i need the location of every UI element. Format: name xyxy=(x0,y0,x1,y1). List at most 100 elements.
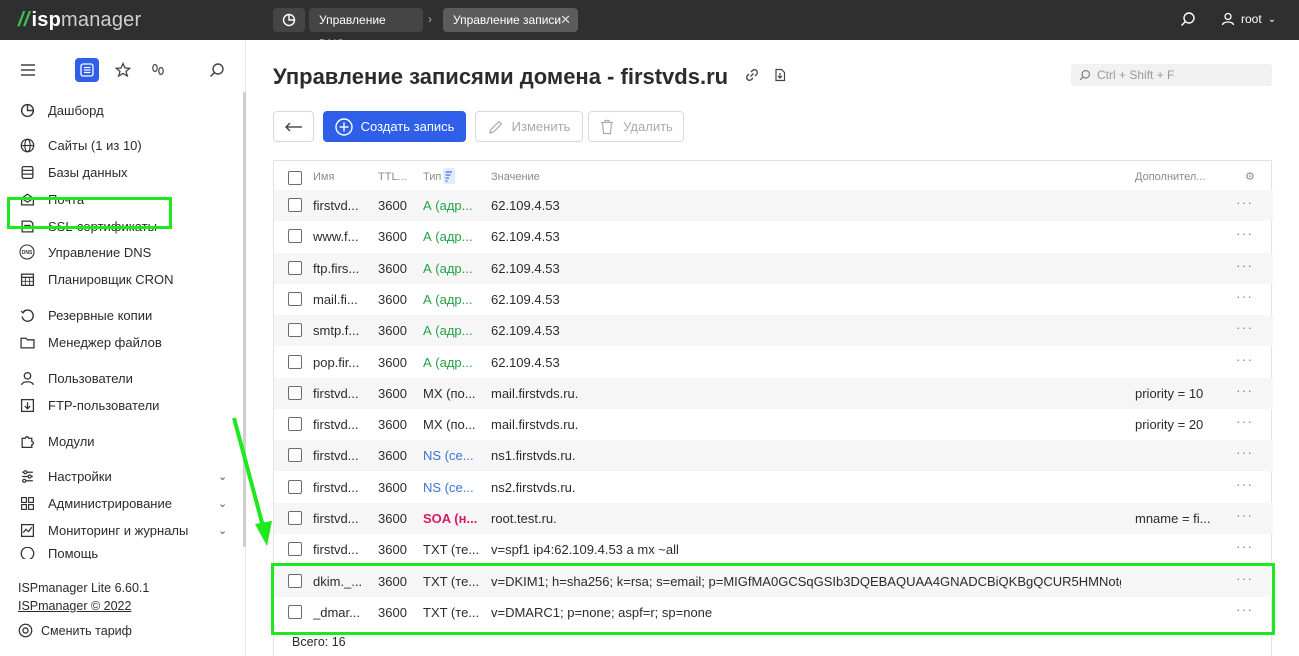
sort-icon[interactable] xyxy=(443,168,455,187)
table-row[interactable]: firstvd... 3600 NS (се... ns2.firstvds.ru. ·… xyxy=(274,472,1273,503)
select-all-checkbox[interactable] xyxy=(288,171,302,185)
sidebar-item-databases[interactable]: Базы данных xyxy=(18,162,128,182)
star-icon[interactable] xyxy=(111,58,135,82)
arrow-left-icon xyxy=(284,122,302,131)
table-row[interactable]: firstvd... 3600 А (адр... 62.109.4.53 ··· xyxy=(274,190,1273,221)
row-checkbox[interactable] xyxy=(288,511,302,525)
table-row[interactable]: firstvd... 3600 NS (се... ns1.firstvds.ru. ·… xyxy=(274,440,1273,472)
sidebar-search-icon[interactable] xyxy=(205,58,229,82)
column-type[interactable]: Тип xyxy=(423,171,445,183)
row-actions-icon[interactable]: ··· xyxy=(1236,382,1253,398)
row-checkbox[interactable] xyxy=(288,198,302,212)
tariff-icon xyxy=(18,623,33,638)
row-checkbox[interactable] xyxy=(288,354,302,369)
sidebar-item-modules[interactable]: Модули xyxy=(18,431,95,451)
row-actions-icon[interactable]: ··· xyxy=(1236,257,1253,273)
row-actions-icon[interactable]: ··· xyxy=(1236,444,1253,460)
copyright-link[interactable]: ISPmanager © 2022 xyxy=(18,597,149,615)
column-settings-icon[interactable]: ⚙ xyxy=(1245,170,1255,183)
app-logo[interactable]: //ispmanager xyxy=(18,9,141,32)
sidebar-item-settings[interactable]: Настройки ⌄ xyxy=(18,466,227,486)
row-checkbox[interactable] xyxy=(288,323,302,338)
sidebar-item-label: Планировщик CRON xyxy=(48,271,174,287)
monitoring-icon xyxy=(18,521,36,539)
search-icon[interactable] xyxy=(1180,11,1196,30)
cell-type: NS (се... xyxy=(423,448,474,464)
total-count: Всего: 16 xyxy=(292,635,346,649)
dashboard-tab-button[interactable] xyxy=(273,8,305,32)
database-icon xyxy=(18,163,36,181)
link-icon[interactable] xyxy=(745,68,759,85)
row-checkbox[interactable] xyxy=(288,260,302,275)
create-record-button[interactable]: Создать запись xyxy=(323,111,466,142)
sidebar-scrollbar[interactable] xyxy=(243,92,246,547)
row-checkbox[interactable] xyxy=(288,291,302,306)
row-actions-icon[interactable]: ··· xyxy=(1236,319,1253,335)
cell-ttl: 3600 xyxy=(378,229,407,245)
back-button[interactable] xyxy=(273,111,314,142)
tab-domain-records[interactable]: Управление записи ✕ xyxy=(443,8,578,32)
sidebar-item-administration[interactable]: Администрирование ⌄ xyxy=(18,493,227,513)
table-row[interactable]: firstvd... 3600 MX (по... mail.firstvds.ru.… xyxy=(274,409,1273,440)
table-row[interactable]: ftp.firs... 3600 А (адр... 62.109.4.53 ··· xyxy=(274,252,1273,284)
row-checkbox[interactable] xyxy=(288,229,302,244)
sidebar-item-users[interactable]: Пользователи xyxy=(18,368,133,388)
row-checkbox[interactable] xyxy=(288,479,302,494)
table-row[interactable]: pop.fir... 3600 А (адр... 62.109.4.53 ··· xyxy=(274,347,1273,378)
row-checkbox[interactable] xyxy=(288,448,302,463)
list-view-icon[interactable] xyxy=(75,58,99,82)
sidebar-item-label: Базы данных xyxy=(48,164,128,180)
close-icon[interactable]: ✕ xyxy=(560,8,571,32)
sidebar-item-dns[interactable]: DNS Управление DNS xyxy=(18,242,151,262)
row-actions-icon[interactable]: ··· xyxy=(1236,507,1253,523)
admin-icon xyxy=(18,494,36,512)
cell-name: mail.fi... xyxy=(313,291,358,307)
page-title: Управление записями домена - firstvds.ru xyxy=(273,64,729,89)
row-checkbox[interactable] xyxy=(288,417,302,432)
row-actions-icon[interactable]: ··· xyxy=(1236,194,1253,210)
menu-icon[interactable] xyxy=(16,58,40,82)
sidebar-item-dashboard[interactable]: Дашборд xyxy=(18,100,104,120)
table-row[interactable]: firstvd... 3600 SOA (н... root.test.ru. mnam… xyxy=(274,503,1273,534)
user-menu[interactable]: root ⌄ xyxy=(1221,12,1276,26)
sidebar-item-help[interactable]: Помощь xyxy=(18,547,98,559)
column-extra[interactable]: Дополнител... xyxy=(1135,171,1215,183)
sidebar-item-sites[interactable]: Сайты (1 из 10) xyxy=(18,135,142,155)
tab-dns-management[interactable]: Управление DNS xyxy=(309,8,423,51)
delete-button[interactable]: Удалить xyxy=(588,111,684,142)
sidebar-item-backups[interactable]: Резервные копии xyxy=(18,305,152,325)
row-checkbox[interactable] xyxy=(288,542,302,557)
cell-value: 62.109.4.53 xyxy=(491,229,560,245)
sidebar-item-cron[interactable]: Планировщик CRON xyxy=(18,269,174,289)
table-row[interactable]: firstvd... 3600 MX (по... mail.firstvds.ru.… xyxy=(274,377,1273,409)
sidebar-item-label: Мониторинг и журналы xyxy=(48,522,189,538)
edit-button[interactable]: Изменить xyxy=(475,111,583,142)
cell-type: MX (по... xyxy=(423,417,476,433)
cell-type: А (адр... xyxy=(423,323,473,339)
table-row[interactable]: smtp.f... 3600 А (адр... 62.109.4.53 ··· xyxy=(274,315,1273,347)
row-checkbox[interactable] xyxy=(288,385,302,400)
row-actions-icon[interactable]: ··· xyxy=(1236,351,1253,367)
column-name[interactable]: Имя xyxy=(313,171,368,183)
cell-name: firstvd... xyxy=(313,479,359,495)
table-row[interactable]: www.f... 3600 А (адр... 62.109.4.53 ··· xyxy=(274,221,1273,252)
sidebar-item-file-manager[interactable]: Менеджер файлов xyxy=(18,332,162,352)
column-ttl[interactable]: TTL... xyxy=(378,171,416,183)
search-icon xyxy=(1079,69,1091,81)
table-row[interactable]: firstvd... 3600 TXT (те... v=spf1 ip4:62.10… xyxy=(274,534,1273,565)
table-row[interactable]: mail.fi... 3600 А (адр... 62.109.4.53 ··· xyxy=(274,284,1273,315)
sidebar-item-ftp-users[interactable]: FTP-пользователи xyxy=(18,395,159,415)
export-icon[interactable] xyxy=(773,68,787,85)
row-actions-icon[interactable]: ··· xyxy=(1236,476,1253,492)
filter-input[interactable]: Ctrl + Shift + F xyxy=(1071,64,1272,86)
change-tariff-link[interactable]: Сменить тариф xyxy=(18,623,132,638)
row-actions-icon[interactable]: ··· xyxy=(1236,413,1253,429)
sidebar-item-monitoring[interactable]: Мониторинг и журналы ⌄ xyxy=(18,520,227,540)
row-actions-icon[interactable]: ··· xyxy=(1236,288,1253,304)
row-actions-icon[interactable]: ··· xyxy=(1236,538,1253,554)
column-value[interactable]: Значение xyxy=(491,171,571,183)
footprints-icon[interactable] xyxy=(146,58,170,82)
row-actions-icon[interactable]: ··· xyxy=(1236,225,1253,241)
sidebar: Дашборд Сайты (1 из 10) Базы данных Почт… xyxy=(0,40,246,656)
chevron-down-icon: ⌄ xyxy=(1267,13,1277,25)
